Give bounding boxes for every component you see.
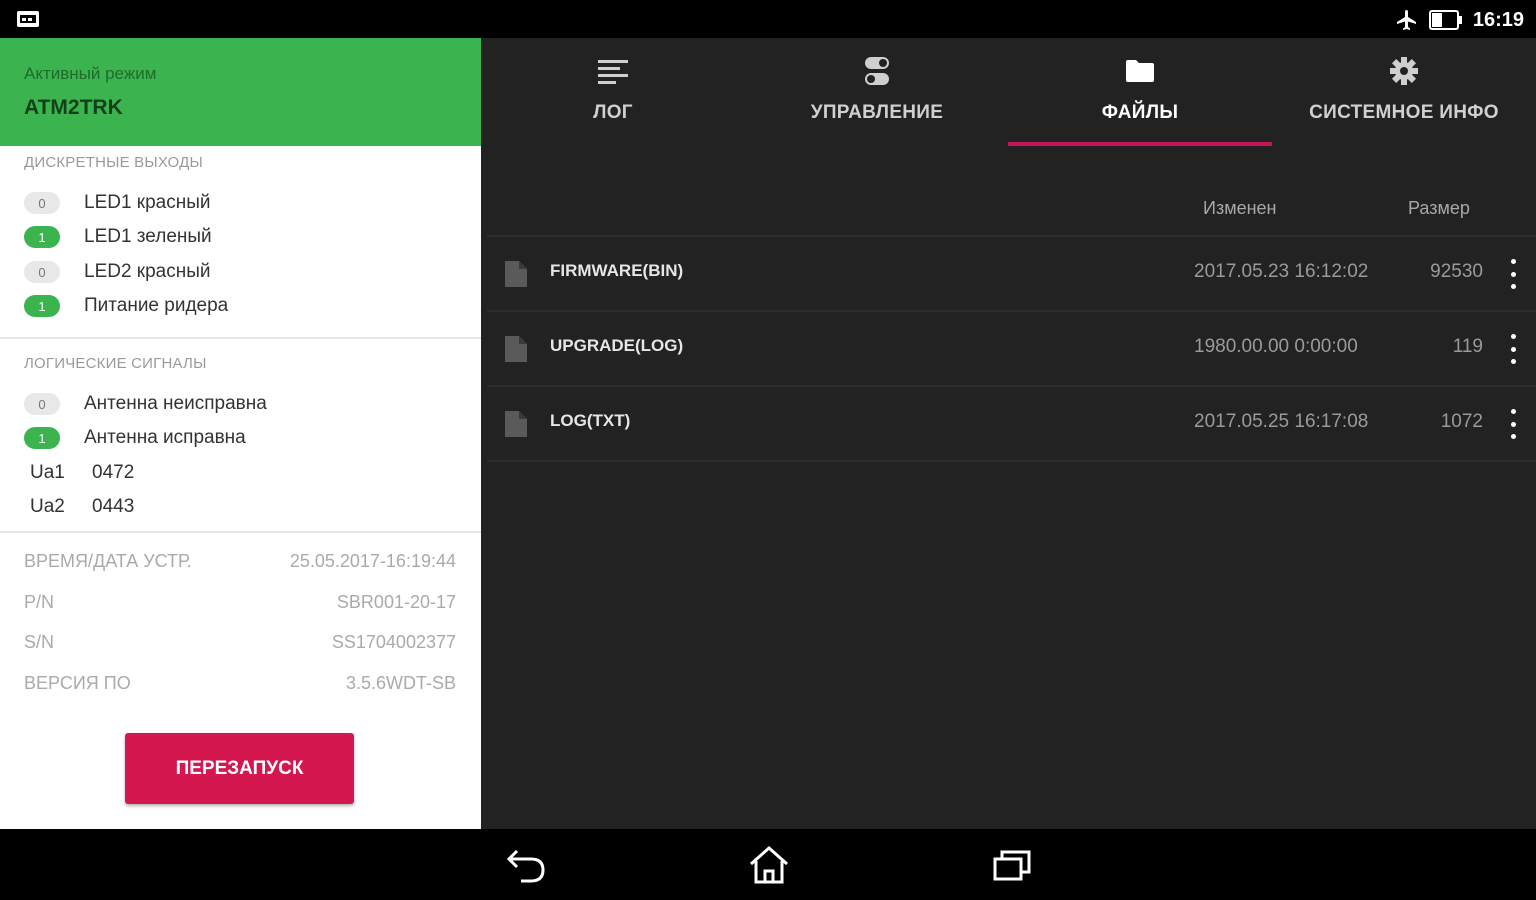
file-modified: 1980.00.00 0:00:00 bbox=[1194, 336, 1358, 357]
state-badge: 0 bbox=[24, 192, 60, 214]
divider bbox=[0, 337, 481, 339]
signal-label: Антенна неисправна bbox=[84, 393, 267, 414]
info-value: 25.05.2017-16:19:44 bbox=[289, 550, 456, 571]
output-row-led1-red: 0 LED1 красный bbox=[24, 188, 211, 218]
file-modified: 2017.05.23 16:12:02 bbox=[1194, 261, 1369, 282]
file-name: LOG(TXT) bbox=[550, 411, 631, 430]
file-row[interactable]: LOG(TXT) 2017.05.25 16:17:08 1072 bbox=[487, 385, 1536, 459]
discrete-outputs-title: ДИСКРЕТНЫЕ ВЫХОДЫ bbox=[24, 154, 203, 171]
file-name: UPGRADE(LOG) bbox=[550, 336, 684, 355]
info-label: S/N bbox=[24, 631, 55, 652]
info-row-pn: P/N SBR001-20-17 bbox=[24, 587, 456, 617]
ua2-row: Ua2 0443 bbox=[30, 492, 134, 522]
file-row[interactable]: FIRMWARE(BIN) 2017.05.23 16:12:02 92530 bbox=[487, 235, 1536, 309]
output-row-reader-power: 1 Питание ридера bbox=[24, 291, 228, 321]
file-name: FIRMWARE(BIN) bbox=[550, 261, 684, 280]
tab-label: ЛОГ bbox=[593, 102, 633, 123]
state-badge: 0 bbox=[24, 393, 60, 415]
state-badge: 1 bbox=[24, 226, 60, 248]
tab-log[interactable]: ЛОГ bbox=[481, 38, 745, 148]
active-tab-indicator bbox=[1008, 142, 1272, 146]
column-header-size[interactable]: Размер bbox=[1408, 198, 1470, 219]
tab-label: УПРАВЛЕНИЕ bbox=[810, 102, 944, 123]
ua-name: Ua1 bbox=[30, 462, 65, 483]
output-label: Питание ридера bbox=[84, 295, 229, 316]
signal-label: Антенна исправна bbox=[84, 427, 246, 448]
file-size: 1072 bbox=[1440, 411, 1483, 432]
info-value: SS1704002377 bbox=[331, 631, 456, 652]
tab-control[interactable]: УПРАВЛЕНИЕ bbox=[745, 38, 1009, 148]
back-icon bbox=[506, 849, 545, 883]
airplane-icon bbox=[1396, 10, 1416, 30]
ua1-row: Ua1 0472 bbox=[30, 458, 134, 488]
restart-button[interactable]: ПЕРЕЗАПУСК bbox=[125, 733, 354, 804]
back-button[interactable] bbox=[502, 843, 550, 887]
navigation-bar bbox=[0, 829, 1536, 900]
tab-bar: ЛОГ УПРАВЛЕНИЕ ФАЙЛЫ СИСТЕМНОЕ ИНФО bbox=[481, 38, 1536, 148]
divider bbox=[0, 531, 481, 533]
file-modified: 2017.05.25 16:17:08 bbox=[1194, 411, 1369, 432]
signal-row-antenna-ok: 1 Антенна исправна bbox=[24, 423, 246, 453]
gear-icon bbox=[1389, 56, 1419, 86]
ua-name: Ua2 bbox=[30, 496, 65, 517]
info-row-firmware-version: ВЕРСИЯ ПО 3.5.6WDT-SB bbox=[24, 668, 456, 698]
home-icon bbox=[750, 845, 788, 884]
file-size: 119 bbox=[1452, 336, 1483, 357]
more-vert-icon[interactable] bbox=[1508, 409, 1518, 439]
device-panel: Активный режим ATM2TRK ДИСКРЕТНЫЕ ВЫХОДЫ… bbox=[0, 38, 481, 829]
info-row-datetime: ВРЕМЯ/ДАТА УСТР. 25.05.2017-16:19:44 bbox=[24, 546, 456, 576]
info-label: P/N bbox=[24, 591, 55, 612]
info-value: SBR001-20-17 bbox=[336, 591, 456, 612]
output-label: LED1 зеленый bbox=[84, 226, 212, 247]
state-badge: 1 bbox=[24, 427, 60, 449]
mode-value: ATM2TRK bbox=[24, 96, 123, 119]
tab-files[interactable]: ФАЙЛЫ bbox=[1008, 38, 1272, 148]
output-row-led1-green: 1 LED1 зеленый bbox=[24, 222, 212, 252]
ua-value: 0443 bbox=[92, 496, 135, 517]
signal-row-antenna-fault: 0 Антенна неисправна bbox=[24, 389, 267, 419]
content-panel: ЛОГ УПРАВЛЕНИЕ ФАЙЛЫ СИСТЕМНОЕ ИНФО Изме… bbox=[481, 38, 1536, 829]
tab-label: СИСТЕМНОЕ ИНФО bbox=[1309, 102, 1499, 123]
info-row-sn: S/N SS1704002377 bbox=[24, 627, 456, 657]
more-vert-icon[interactable] bbox=[1508, 259, 1518, 289]
file-icon bbox=[505, 336, 527, 362]
tab-label: ФАЙЛЫ bbox=[1101, 102, 1179, 123]
notification-icon bbox=[17, 11, 39, 27]
column-header-modified[interactable]: Изменен bbox=[1203, 198, 1276, 219]
logic-signals-title: ЛОГИЧЕСКИЕ СИГНАЛЫ bbox=[24, 355, 207, 372]
output-label: LED1 красный bbox=[84, 192, 211, 213]
file-icon bbox=[505, 261, 527, 287]
mode-label: Активный режим bbox=[24, 64, 157, 83]
ua-value: 0472 bbox=[92, 462, 135, 483]
output-label: LED2 красный bbox=[84, 261, 211, 282]
more-vert-icon[interactable] bbox=[1508, 334, 1518, 364]
info-value: 3.5.6WDT-SB bbox=[345, 672, 456, 693]
info-label: ВРЕМЯ/ДАТА УСТР. bbox=[24, 550, 192, 571]
state-badge: 1 bbox=[24, 295, 60, 317]
divider bbox=[487, 460, 1536, 462]
file-row[interactable]: UPGRADE(LOG) 1980.00.00 0:00:00 119 bbox=[487, 310, 1536, 384]
file-icon bbox=[505, 411, 527, 437]
home-button[interactable] bbox=[745, 843, 793, 887]
info-label: ВЕРСИЯ ПО bbox=[24, 672, 131, 693]
status-bar: 16:19 bbox=[0, 0, 1536, 38]
log-icon bbox=[598, 56, 628, 86]
active-mode-header: Активный режим ATM2TRK bbox=[0, 38, 481, 146]
file-size: 92530 bbox=[1430, 261, 1483, 282]
output-row-led2-red: 0 LED2 красный bbox=[24, 257, 211, 287]
state-badge: 0 bbox=[24, 261, 60, 283]
battery-icon bbox=[1428, 10, 1462, 30]
recent-apps-button[interactable] bbox=[988, 843, 1036, 887]
clock: 16:19 bbox=[1472, 8, 1524, 31]
tab-system-info[interactable]: СИСТЕМНОЕ ИНФО bbox=[1272, 38, 1536, 148]
control-icon bbox=[862, 56, 892, 86]
recent-apps-icon bbox=[993, 850, 1031, 881]
folder-icon bbox=[1125, 56, 1155, 86]
